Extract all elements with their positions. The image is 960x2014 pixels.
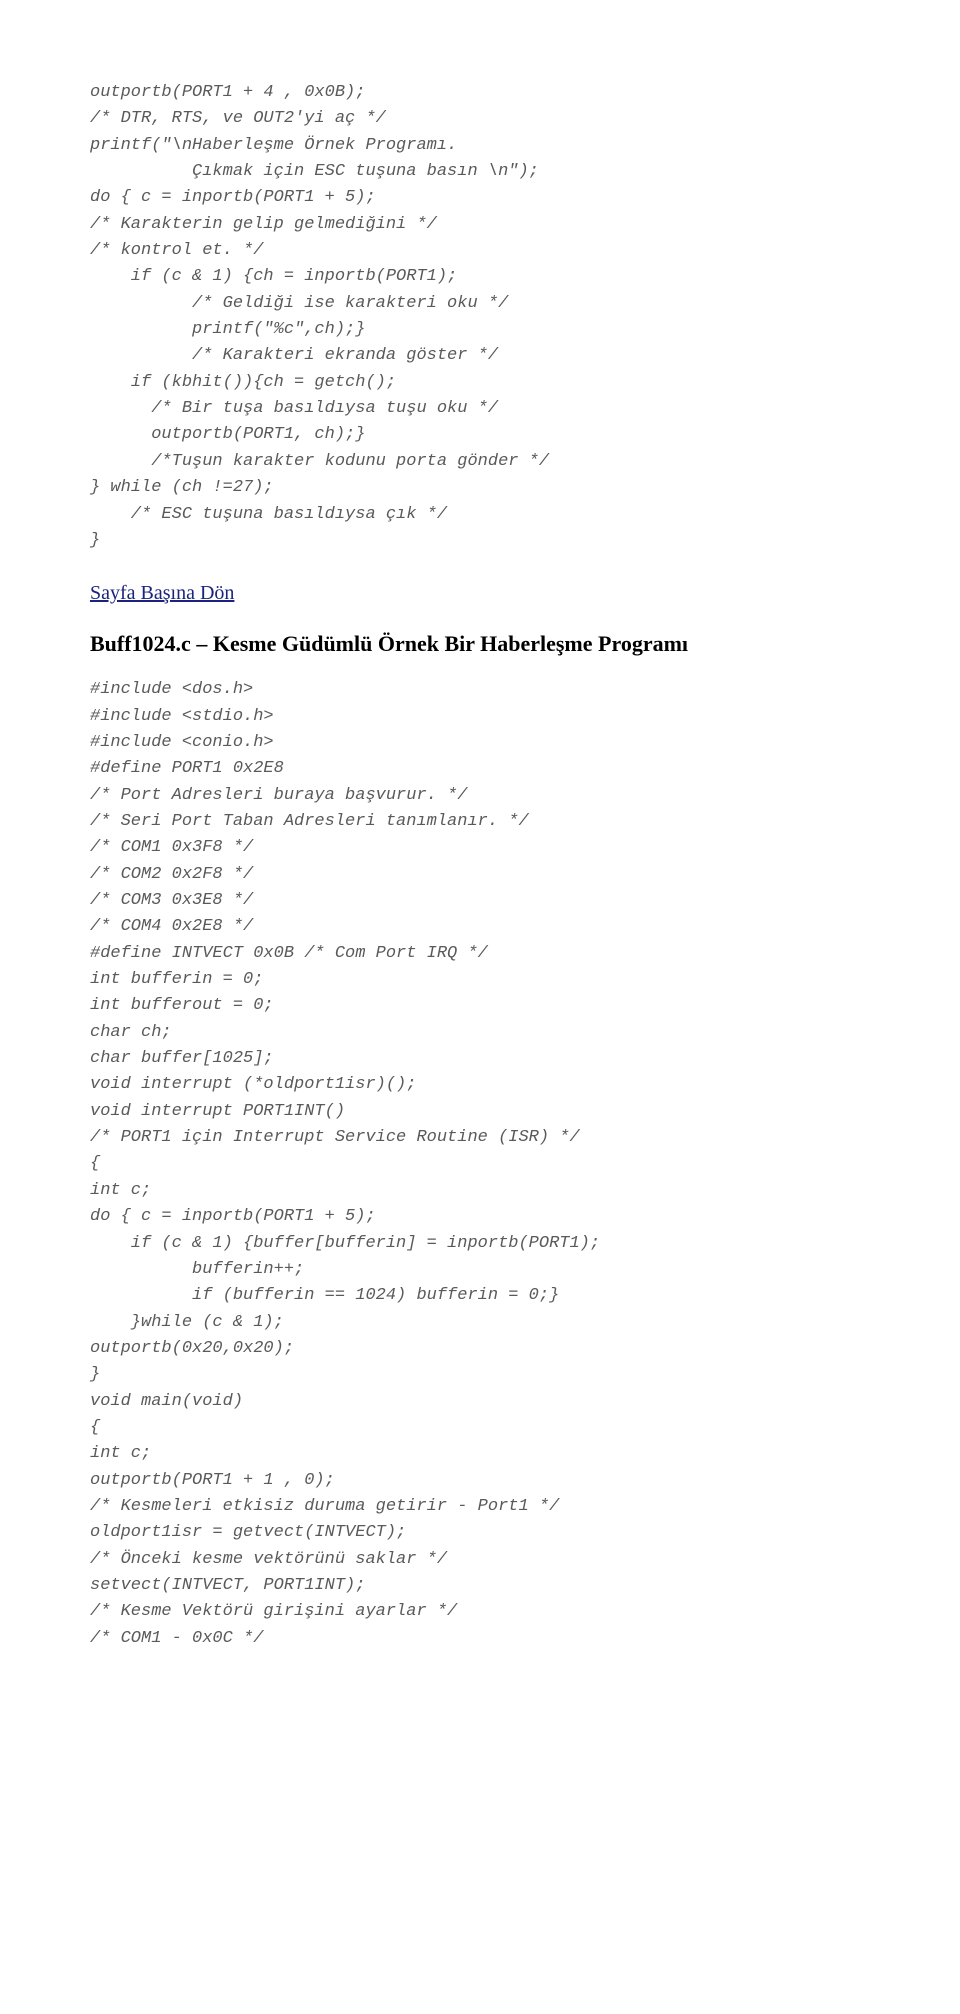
back-to-top-link[interactable]: Sayfa Başına Dön	[90, 578, 870, 609]
code-block-2: #include <dos.h> #include <stdio.h> #inc…	[90, 677, 870, 1652]
code-block-1: outportb(PORT1 + 4 , 0x0B); /* DTR, RTS,…	[90, 80, 870, 554]
section-heading: Buff1024.c – Kesme Güdümlü Örnek Bir Hab…	[90, 627, 870, 661]
